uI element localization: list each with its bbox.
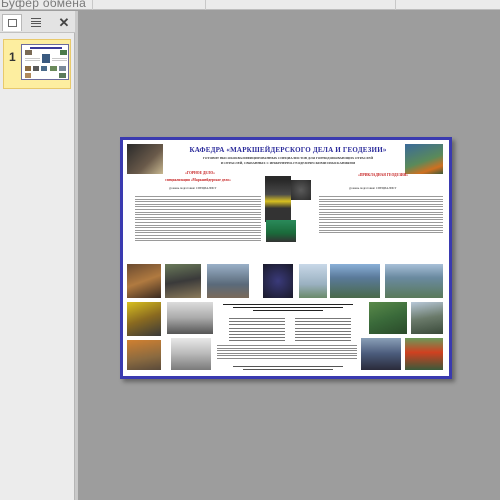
thumbnail-photo: [59, 66, 66, 71]
thumbnail-title-line: [30, 47, 62, 49]
partners-heading: [223, 303, 353, 313]
slide-thumbnail-item[interactable]: 1: [3, 39, 71, 89]
thumbnail-text: [25, 58, 40, 59]
subtitle-line-1: ГОТОВИТ ВЫСОКОКВАЛИФИЦИРОВАННЫХ СПЕЦИАЛИ…: [202, 156, 374, 160]
ribbon-separator: [395, 0, 396, 10]
quarry-photo: [127, 340, 161, 370]
dam-photo: [361, 338, 401, 370]
slides-icon: [7, 19, 17, 27]
field-survey-photo: [167, 302, 213, 334]
ribbon: Буфер обмена: [0, 0, 500, 10]
thumbnail-photo: [60, 50, 67, 55]
left-specialization: специализация «Маркшейдерское дело»: [165, 178, 231, 182]
thumbnail-text: [52, 60, 67, 61]
snow-survey-photo: [171, 338, 211, 370]
thumbnail-photo: [41, 66, 47, 71]
clipboard-group-label: Буфер обмена: [1, 0, 87, 10]
left-description-text: [135, 196, 261, 243]
thumbnail-photo: [42, 54, 50, 63]
surveyor-photo: [405, 144, 443, 174]
outline-icon: [31, 18, 41, 27]
mountain-photo: [385, 264, 443, 298]
tripod-photo: [299, 264, 327, 298]
slide-1[interactable]: КАФЕДРА «МАРКШЕЙДЕРСКОГО ДЕЛА И ГЕОДЕЗИИ…: [120, 137, 452, 379]
left-level: уровень подготовки: СПЕЦИАЛИСТ: [169, 186, 217, 190]
thumbnail-text: [52, 58, 67, 59]
ribbon-separator: [205, 0, 206, 10]
partners-list-right: [295, 318, 351, 344]
equipment-photo: [207, 264, 249, 298]
left-heading: «ГОРНОЕ ДЕЛО»: [185, 171, 215, 175]
mine-worker-photo: [127, 264, 161, 298]
underground-photo: [165, 264, 201, 298]
thumbnail-photo: [33, 66, 39, 71]
thumbnail-text: [25, 60, 40, 61]
right-description-text: [319, 196, 443, 235]
tripod-field-photo: [411, 302, 443, 334]
right-heading: «ПРИКЛАДНАЯ ГЕОДЕЗИЯ»: [357, 173, 409, 177]
partners-list-left: [229, 318, 285, 344]
team-photo: [405, 338, 443, 370]
tunnel-photo: [127, 144, 163, 174]
level-instrument-photo: [266, 220, 296, 242]
right-level: уровень подготовки: СПЕЦИАЛИСТ: [349, 186, 397, 190]
theodolite-photo: [291, 180, 311, 200]
total-station-photo: [265, 176, 291, 222]
thumbnail-photo: [50, 66, 57, 71]
hardhat-worker-photo: [127, 302, 161, 336]
forest-survey-photo: [369, 302, 407, 334]
landscape-photo: [330, 264, 380, 298]
slide-title: КАФЕДРА «МАРКШЕЙДЕРСКОГО ДЕЛА И ГЕОДЕЗИИ…: [189, 146, 387, 154]
ribbon-separator: [92, 0, 93, 10]
thumbnail-photo: [59, 73, 66, 78]
thumbnail-photo: [25, 66, 31, 71]
slide-thumbnail[interactable]: [21, 44, 69, 80]
close-icon[interactable]: ✕: [54, 14, 74, 31]
slide-number: 1: [9, 50, 16, 64]
tab-slides[interactable]: [2, 14, 22, 31]
gps-photo: [263, 264, 293, 298]
thumbnail-photo: [25, 73, 31, 78]
thumbnail-photo: [25, 50, 32, 55]
subtitle-line-2: И ОТРАСЛЕЙ, СВЯЗАННЫХ С ИНЖЕНЕРНО-ГЕОДЕЗ…: [220, 161, 356, 165]
bottom-description-text: [217, 345, 357, 361]
panel-tabs: ✕: [0, 11, 75, 33]
slides-panel: ✕ 1: [0, 11, 75, 500]
contact-info: [233, 366, 343, 371]
tab-outline[interactable]: [26, 14, 46, 31]
